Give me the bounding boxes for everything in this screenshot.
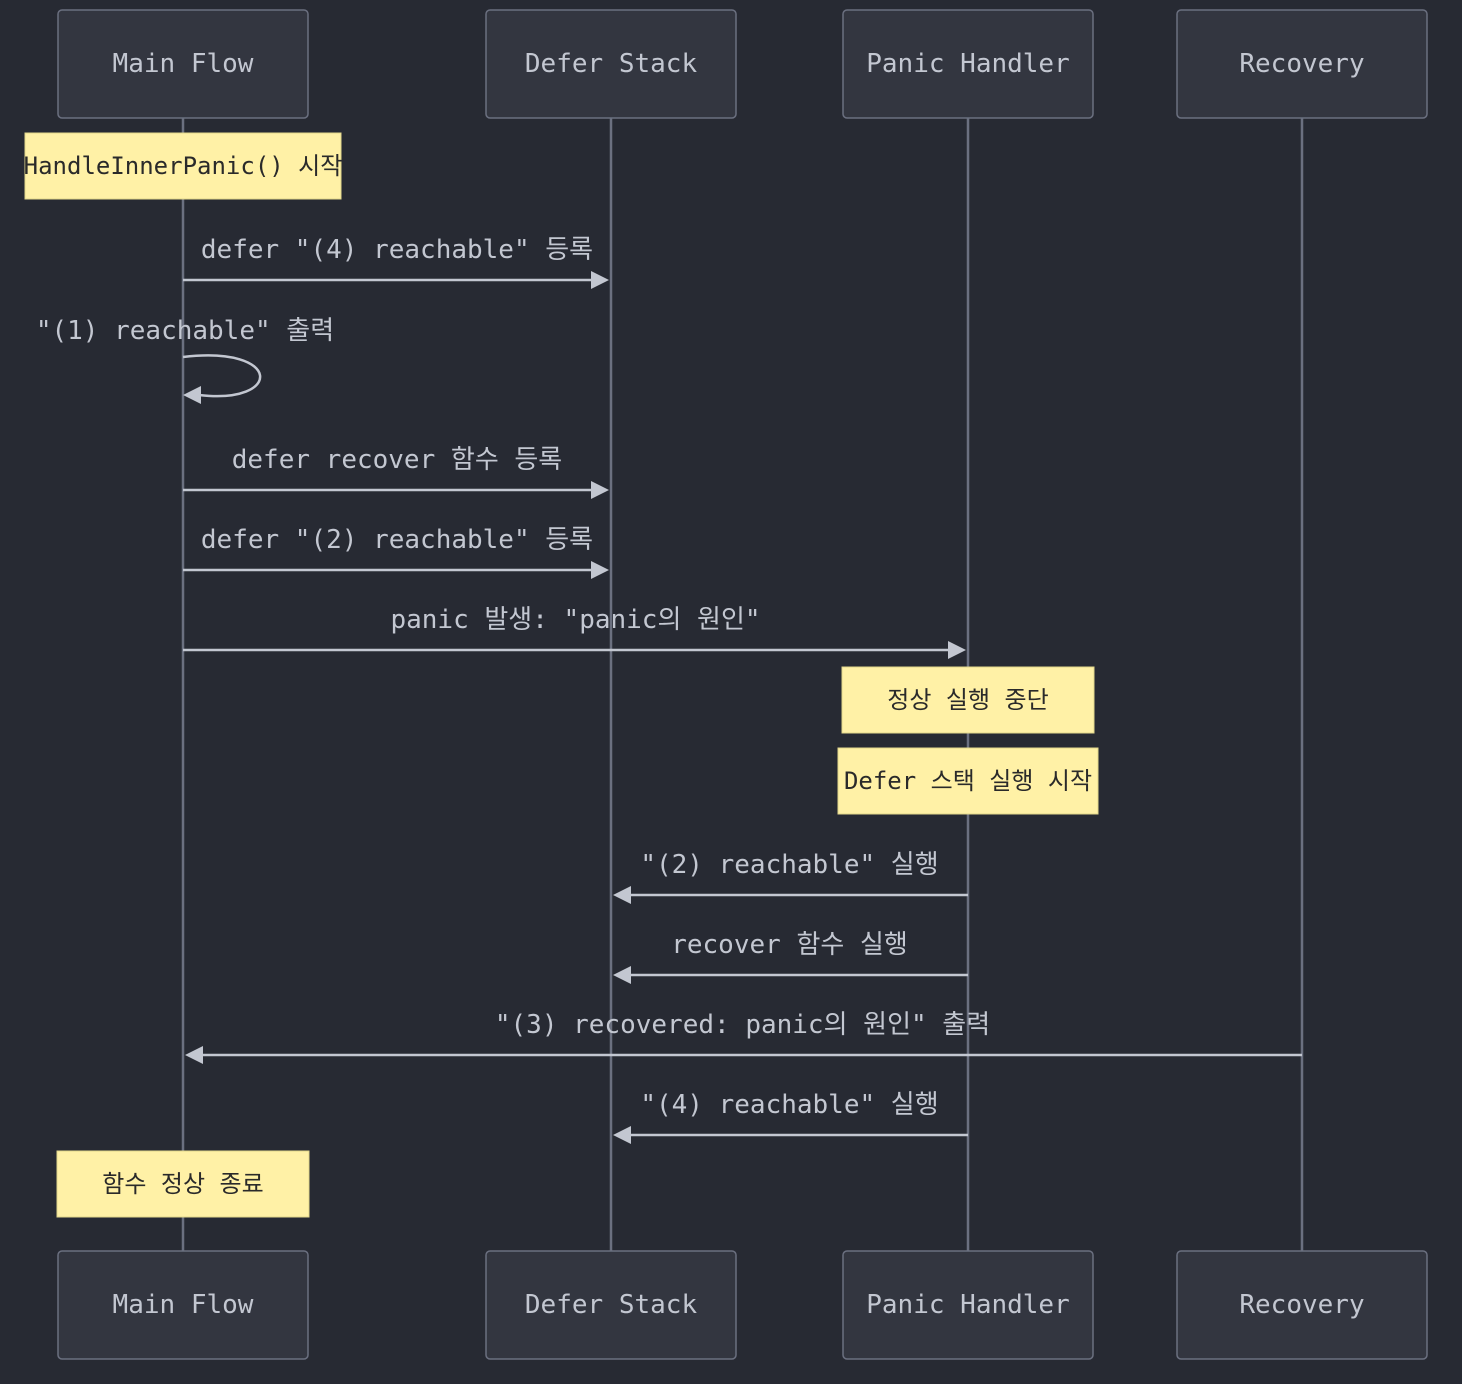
actor-label: Panic Handler xyxy=(866,1290,1070,1320)
message-label: panic 발생: "panic의 원인" xyxy=(390,605,760,635)
actor-panic-bottom[interactable]: Panic Handler xyxy=(842,1250,1094,1360)
actor-recovery-top[interactable]: Recovery xyxy=(1176,9,1428,119)
message: "(3) recovered: panic의 원인" 출력 xyxy=(185,1010,1302,1064)
note: HandleInnerPanic() 시작 xyxy=(24,132,343,200)
message: defer "(4) reachable" 등록 xyxy=(183,235,609,289)
note-text: HandleInnerPanic() 시작 xyxy=(24,152,343,180)
actor-label: Main Flow xyxy=(113,1290,254,1320)
arrowhead-icon xyxy=(183,386,201,404)
actor-defer-top[interactable]: Defer Stack xyxy=(485,9,737,119)
note-text: 정상 실행 중단 xyxy=(887,686,1048,714)
actor-defer-bottom[interactable]: Defer Stack xyxy=(485,1250,737,1360)
note-text: Defer 스택 실행 시작 xyxy=(844,767,1092,795)
actor-main-bottom[interactable]: Main Flow xyxy=(57,1250,309,1360)
actor-label: Main Flow xyxy=(113,49,254,79)
message: "(2) reachable" 실행 xyxy=(613,850,968,904)
actor-main-top[interactable]: Main Flow xyxy=(57,9,309,119)
message-label: defer "(2) reachable" 등록 xyxy=(201,525,593,555)
message-label: "(2) reachable" 실행 xyxy=(640,850,938,880)
message-label: defer recover 함수 등록 xyxy=(232,445,562,475)
arrowhead-icon xyxy=(591,481,609,499)
arrowhead-icon xyxy=(185,1046,203,1064)
arrowhead-icon xyxy=(613,966,631,984)
message-label: "(3) recovered: panic의 원인" 출력 xyxy=(495,1010,990,1040)
arrowhead-icon xyxy=(591,561,609,579)
arrowhead-icon xyxy=(591,271,609,289)
message: defer "(2) reachable" 등록 xyxy=(183,525,609,579)
actor-label: Defer Stack xyxy=(525,1290,698,1320)
arrowhead-icon xyxy=(613,886,631,904)
actor-label: Recovery xyxy=(1239,49,1364,79)
self-message: "(1) reachable" 출력 xyxy=(36,316,334,404)
actor-recovery-bottom[interactable]: Recovery xyxy=(1176,1250,1428,1360)
actor-label: Defer Stack xyxy=(525,49,698,79)
note: Defer 스택 실행 시작 xyxy=(837,747,1099,815)
arrowhead-icon xyxy=(948,641,966,659)
message-label: recover 함수 실행 xyxy=(671,930,908,960)
actor-panic-top[interactable]: Panic Handler xyxy=(842,9,1094,119)
actor-label: Panic Handler xyxy=(866,49,1070,79)
arrowhead-icon xyxy=(613,1126,631,1144)
note: 함수 정상 종료 xyxy=(56,1150,310,1218)
sequence-diagram: Main Flow Defer Stack Panic Handler Recover… xyxy=(24,9,1428,1360)
message-label: "(1) reachable" 출력 xyxy=(36,316,334,346)
message-label: "(4) reachable" 실행 xyxy=(640,1090,938,1120)
message: recover 함수 실행 xyxy=(613,930,968,984)
message: defer recover 함수 등록 xyxy=(183,445,609,499)
message: panic 발생: "panic의 원인" xyxy=(183,605,966,659)
actor-label: Recovery xyxy=(1239,1290,1364,1320)
message-label: defer "(4) reachable" 등록 xyxy=(201,235,593,265)
note: 정상 실행 중단 xyxy=(841,666,1095,734)
message: "(4) reachable" 실행 xyxy=(613,1090,968,1144)
note-text: 함수 정상 종료 xyxy=(102,1170,263,1198)
